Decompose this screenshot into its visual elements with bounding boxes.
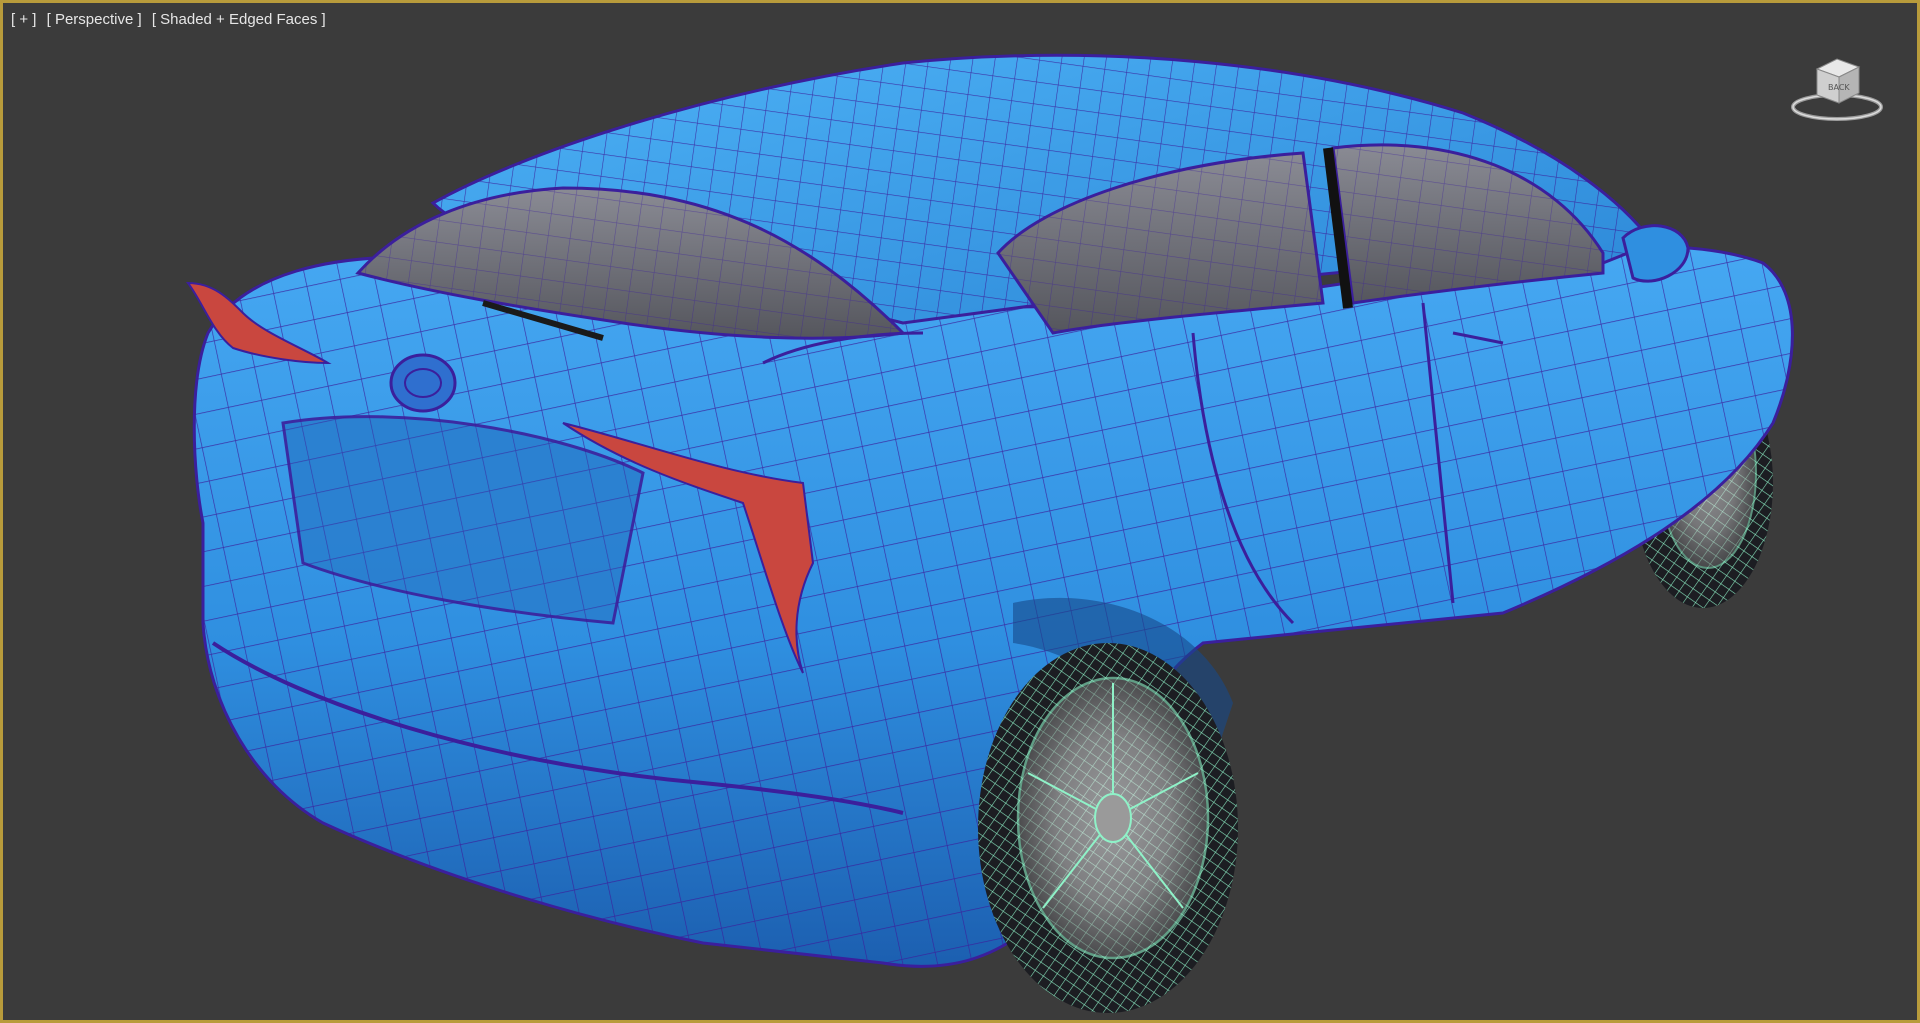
viewport-label-bar: [ + ] [ Perspective ] [ Shaded + Edged F… — [11, 11, 332, 28]
perspective-viewport[interactable]: [ + ] [ Perspective ] [ Shaded + Edged F… — [0, 0, 1920, 1023]
car-model-render[interactable] — [3, 3, 1920, 1023]
rear-left-wheel[interactable] — [978, 643, 1238, 1013]
viewcube-icon[interactable]: BACK — [1787, 51, 1887, 123]
viewport-view-menu[interactable]: [ Perspective ] — [47, 11, 142, 28]
car-emblem — [389, 353, 457, 413]
viewport-shading-menu[interactable]: [ Shaded + Edged Faces ] — [152, 11, 326, 28]
viewcube-face-label: BACK — [1828, 83, 1850, 92]
viewport-menu-button[interactable]: [ + ] — [11, 11, 36, 28]
